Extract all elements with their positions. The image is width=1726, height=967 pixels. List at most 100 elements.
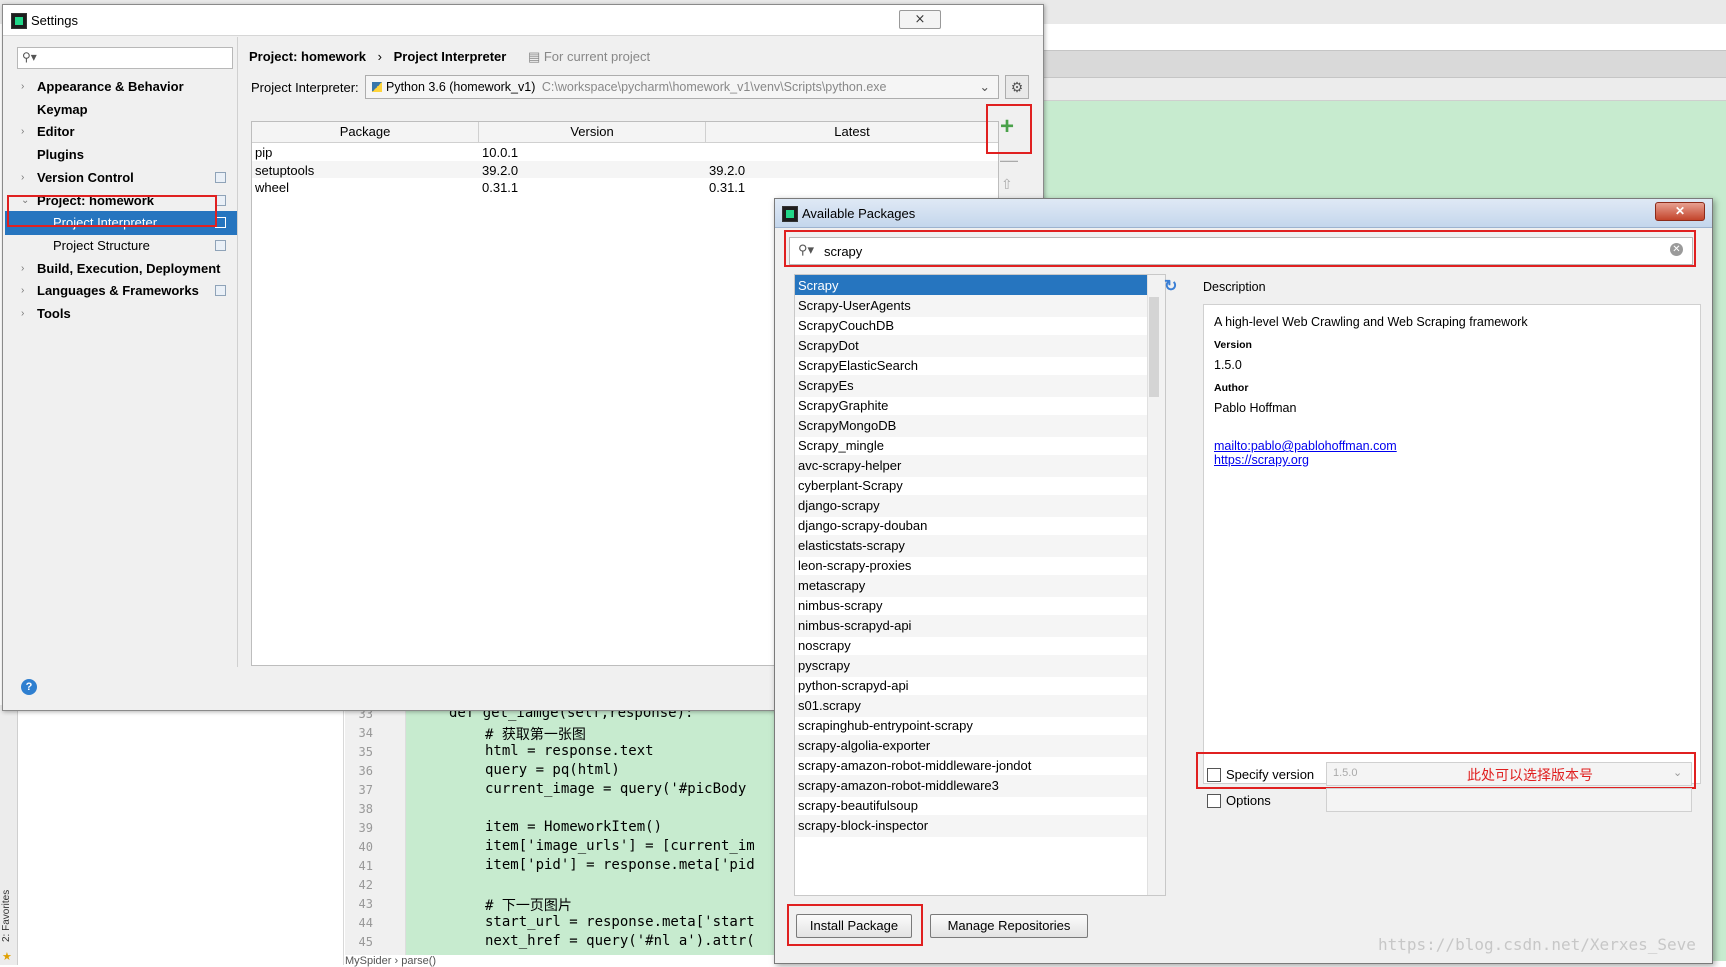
latest-version-cell: 0.31.1 — [709, 180, 746, 195]
code-editor[interactable]: 33 def get_iamge(self,response): 34 # 获取第一张… — [345, 705, 775, 955]
chevron-right-icon[interactable]: › — [21, 257, 24, 281]
sidebar-item-project-structure[interactable]: Project Structure — [5, 234, 237, 258]
package-list-item[interactable]: Scrapy_mingle — [795, 435, 1147, 457]
package-list-item[interactable]: nimbus-scrapy — [795, 595, 1147, 617]
remove-package-button[interactable]: — — [1000, 150, 1018, 171]
package-list-item[interactable]: scrapy-amazon-robot-middleware-jondot — [795, 755, 1147, 777]
chevron-right-icon[interactable]: › — [21, 166, 24, 190]
chevron-right-icon[interactable]: › — [21, 302, 24, 326]
package-list-item[interactable]: ScrapyEs — [795, 375, 1147, 397]
package-list-item[interactable]: scrapy-amazon-robot-middleware3 — [795, 775, 1147, 797]
breadcrumb-separator: › — [377, 49, 382, 64]
version-cell: 10.0.1 — [482, 145, 519, 160]
package-list-item[interactable]: ScrapyElasticSearch — [795, 355, 1147, 377]
code-line: # 获取第一张图 — [485, 727, 586, 743]
sidebar-item-appearance-behavior[interactable]: › Appearance & Behavior — [5, 75, 237, 99]
package-list-item[interactable]: scrapy-beautifulsoup — [795, 795, 1147, 817]
search-icon: ⚲▾ — [22, 50, 37, 64]
code-line: html = response.text — [485, 743, 654, 759]
line-number: 38 — [358, 802, 373, 816]
options-label: Options — [1226, 793, 1271, 808]
package-list-item[interactable]: python-scrapyd-api — [795, 675, 1147, 697]
code-line: query = pq(html) — [485, 762, 620, 778]
highlight-specify-version — [1196, 752, 1696, 789]
latest-version-cell: 39.2.0 — [709, 162, 746, 178]
line-number: 37 — [358, 783, 373, 797]
chevron-right-icon[interactable]: › — [21, 75, 24, 99]
options-input[interactable] — [1326, 788, 1692, 812]
sidebar-item-editor[interactable]: › Editor — [5, 120, 237, 144]
manage-repositories-button[interactable]: Manage Repositories — [930, 914, 1088, 938]
list-scrollbar-thumb[interactable] — [1149, 297, 1159, 397]
package-list-item[interactable]: elasticstats-scrapy — [795, 535, 1147, 557]
sidebar-item-tools[interactable]: › Tools — [5, 302, 237, 326]
ide-project-panel — [18, 705, 344, 965]
table-row[interactable] — [252, 143, 998, 162]
package-list-item[interactable]: django-scrapy-douban — [795, 515, 1147, 537]
sidebar-item-build-execution-deployment[interactable]: › Build, Execution, Deployment — [5, 257, 237, 281]
line-number: 41 — [358, 859, 373, 873]
options-checkbox[interactable] — [1207, 794, 1221, 808]
settings-title: Settings — [31, 13, 78, 28]
interpreter-select[interactable]: Python 3.6 (homework_v1) C:\workspace\py… — [365, 75, 999, 99]
sidebar-item-label: Languages & Frameworks — [37, 283, 199, 299]
project-scope-icon — [215, 239, 226, 251]
site-link[interactable]: https://scrapy.org — [1214, 453, 1309, 467]
email-link[interactable]: mailto:pablo@pablohoffman.com — [1214, 439, 1397, 453]
breadcrumb-project: Project: homework — [249, 49, 367, 64]
package-list-item[interactable]: ScrapyCouchDB — [795, 315, 1147, 337]
package-list-item[interactable]: scrapy-block-inspector — [795, 815, 1147, 837]
table-row[interactable] — [252, 160, 998, 180]
gear-icon[interactable]: ⚙ — [1005, 75, 1029, 99]
package-list-item[interactable]: nimbus-scrapyd-api — [795, 615, 1147, 637]
sidebar-item-languages-frameworks[interactable]: › Languages & Frameworks — [5, 279, 237, 303]
help-icon[interactable]: ? — [21, 679, 37, 695]
table-row[interactable] — [252, 178, 998, 197]
breadcrumb-page: Project Interpreter — [393, 49, 507, 64]
package-list-item[interactable]: scrapinghub-entrypoint-scrapy — [795, 715, 1147, 737]
python-icon — [372, 82, 382, 92]
highlight-add-button — [986, 104, 1032, 154]
author-email-link[interactable]: mailto:pablo@pablohoffman.com — [1214, 439, 1397, 453]
settings-sidebar: ⚲▾ › Appearance & Behavior Keymap › Editor Pl… — [5, 37, 238, 667]
available-packages-list[interactable]: Scrapy Scrapy-UserAgents ScrapyCouchDB Scra… — [794, 274, 1166, 896]
sidebar-item-keymap[interactable]: Keymap — [5, 98, 237, 122]
homepage-link[interactable]: https://scrapy.org — [1214, 453, 1309, 467]
refresh-icon[interactable]: ↻ — [1164, 276, 1177, 296]
package-list-item[interactable]: avc-scrapy-helper — [795, 455, 1147, 477]
package-list-item[interactable]: pyscrapy — [795, 655, 1147, 677]
package-list-item[interactable]: django-scrapy — [795, 495, 1147, 517]
package-list-item[interactable]: metascrapy — [795, 575, 1147, 597]
settings-search-input[interactable]: ⚲▾ — [17, 47, 233, 69]
package-list-item[interactable]: Scrapy-UserAgents — [795, 295, 1147, 317]
line-number: 36 — [358, 764, 373, 778]
column-header-package[interactable]: Package — [252, 122, 479, 143]
package-list-item[interactable]: scrapy-algolia-exporter — [795, 735, 1147, 757]
package-list-item[interactable]: ScrapyDot — [795, 335, 1147, 357]
version-cell: 39.2.0 — [482, 162, 519, 178]
sidebar-item-version-control[interactable]: › Version Control — [5, 166, 237, 190]
upgrade-package-button[interactable]: ⇧ — [1001, 176, 1013, 193]
chevron-right-icon[interactable]: › — [21, 279, 24, 303]
package-version: 1.5.0 — [1214, 358, 1242, 372]
column-header-version[interactable]: Version — [479, 122, 706, 143]
favorites-tab[interactable]: 2: Favorites — [1, 882, 15, 942]
package-list-item[interactable]: noscrapy — [795, 635, 1147, 657]
line-number: 45 — [358, 935, 373, 949]
sidebar-item-label: Tools — [37, 306, 71, 321]
package-list-item[interactable]: ScrapyGraphite — [795, 395, 1147, 417]
close-icon[interactable]: ⨯ — [899, 10, 941, 29]
package-list-item[interactable]: s01.scrapy — [795, 695, 1147, 717]
package-list-item[interactable]: cyberplant-Scrapy — [795, 475, 1147, 497]
pycharm-icon — [11, 13, 27, 29]
close-icon[interactable]: ✕ — [1655, 202, 1705, 221]
column-header-latest[interactable]: Latest — [706, 122, 998, 143]
code-line: start_url = response.meta['start — [485, 914, 755, 930]
ide-toolbar — [1040, 50, 1726, 78]
package-list-item[interactable]: Scrapy — [795, 275, 1147, 297]
code-line: item['image_urls'] = [current_im — [485, 838, 755, 854]
package-list-item[interactable]: leon-scrapy-proxies — [795, 555, 1147, 577]
sidebar-item-plugins[interactable]: Plugins — [5, 143, 237, 167]
package-list-item[interactable]: ScrapyMongoDB — [795, 415, 1147, 437]
chevron-right-icon[interactable]: › — [21, 120, 24, 144]
